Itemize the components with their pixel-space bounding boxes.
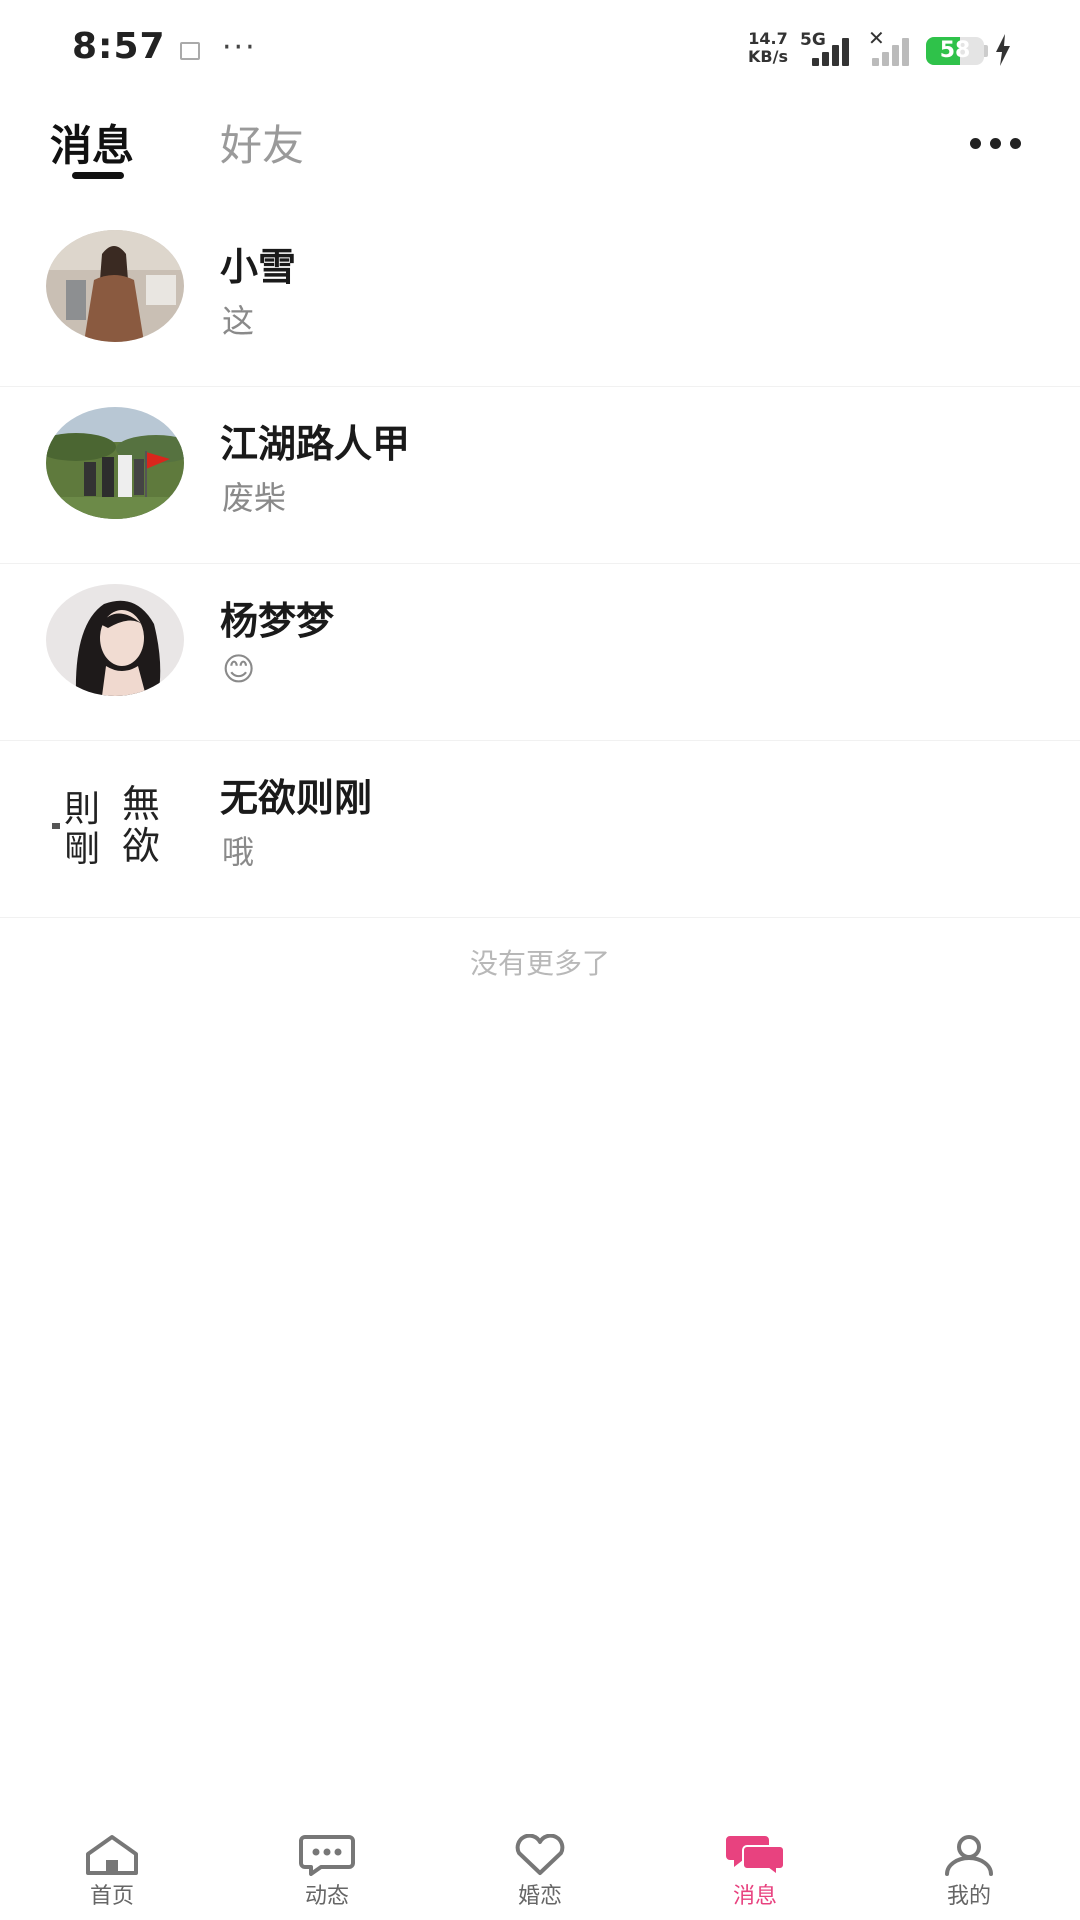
nav-dating[interactable]: 婚恋 (480, 1820, 600, 1920)
conversation-item[interactable]: 江湖路人甲 废柴 (0, 387, 1080, 564)
svg-text:則: 則 (64, 789, 100, 830)
profile-icon (945, 1835, 993, 1876)
active-tab-indicator (72, 172, 124, 179)
nav-profile[interactable]: 我的 (909, 1820, 1029, 1920)
avatar[interactable] (46, 407, 184, 519)
battery-icon: 58 (926, 37, 984, 65)
nav-dating-label: 婚恋 (517, 1884, 562, 1909)
svg-text:剛: 剛 (64, 829, 100, 870)
messages-icon (726, 1836, 785, 1876)
battery-tip (984, 45, 988, 57)
network-speed-value: 14.7 (748, 29, 788, 48)
message-preview: 😊 (222, 650, 256, 688)
nav-feed-label: 动态 (304, 1884, 349, 1909)
heart-icon (515, 1834, 565, 1875)
nav-home[interactable]: 首页 (52, 1820, 172, 1920)
nav-profile-label: 我的 (946, 1884, 991, 1909)
conversation-item[interactable]: 小雪 这 (0, 210, 1080, 387)
message-preview: 哦 (222, 833, 255, 871)
signal-weak-icon (872, 36, 916, 66)
conversation-item[interactable]: 則 剛 無 欲 无欲则刚 哦 (0, 741, 1080, 918)
contact-name: 杨梦梦 (220, 599, 335, 643)
svg-text:無: 無 (122, 782, 160, 826)
avatar[interactable] (46, 584, 184, 696)
chat-bubble-icon (299, 1835, 355, 1876)
conversation-item[interactable]: 杨梦梦 😊 (0, 564, 1080, 741)
more-options-button[interactable] (970, 132, 1024, 156)
status-bar: 8:57 ··· 14.7 KB/s 5G ✕ 58 (0, 0, 1080, 100)
notification-icon (180, 42, 200, 60)
tab-messages[interactable]: 消息 (50, 112, 134, 173)
nav-messages-label: 消息 (732, 1884, 777, 1909)
message-preview: 这 (222, 302, 255, 340)
contact-name: 无欲则刚 (220, 776, 373, 820)
nav-home-label: 首页 (89, 1884, 134, 1909)
battery-level: 58 (939, 38, 971, 63)
home-icon (86, 1835, 138, 1875)
charging-icon (996, 34, 1010, 66)
message-preview: 废柴 (222, 479, 287, 517)
bottom-nav: 首页 动态 婚恋 消息 我的 (0, 1820, 1080, 1920)
network-speed-unit: KB/s (748, 47, 788, 66)
avatar[interactable] (46, 230, 184, 342)
nav-feed[interactable]: 动态 (267, 1820, 387, 1920)
contact-name: 小雪 (220, 245, 297, 289)
contact-name: 江湖路人甲 (220, 422, 411, 466)
nav-messages[interactable]: 消息 (695, 1820, 815, 1920)
svg-text:欲: 欲 (122, 824, 160, 868)
status-more-indicator: ··· (222, 30, 257, 65)
signal-icon (812, 36, 856, 66)
network-speed: 14.7 KB/s (748, 30, 788, 66)
status-time: 8:57 (72, 26, 166, 67)
tab-friends[interactable]: 好友 (220, 112, 304, 173)
no-more-label: 没有更多了 (469, 947, 610, 980)
conversation-list: 小雪 这 江湖路人甲 废柴 杨梦梦 😊 則 剛 無 欲 无欲则刚 哦 (0, 210, 1080, 918)
avatar[interactable]: 則 剛 無 欲 (46, 761, 184, 873)
